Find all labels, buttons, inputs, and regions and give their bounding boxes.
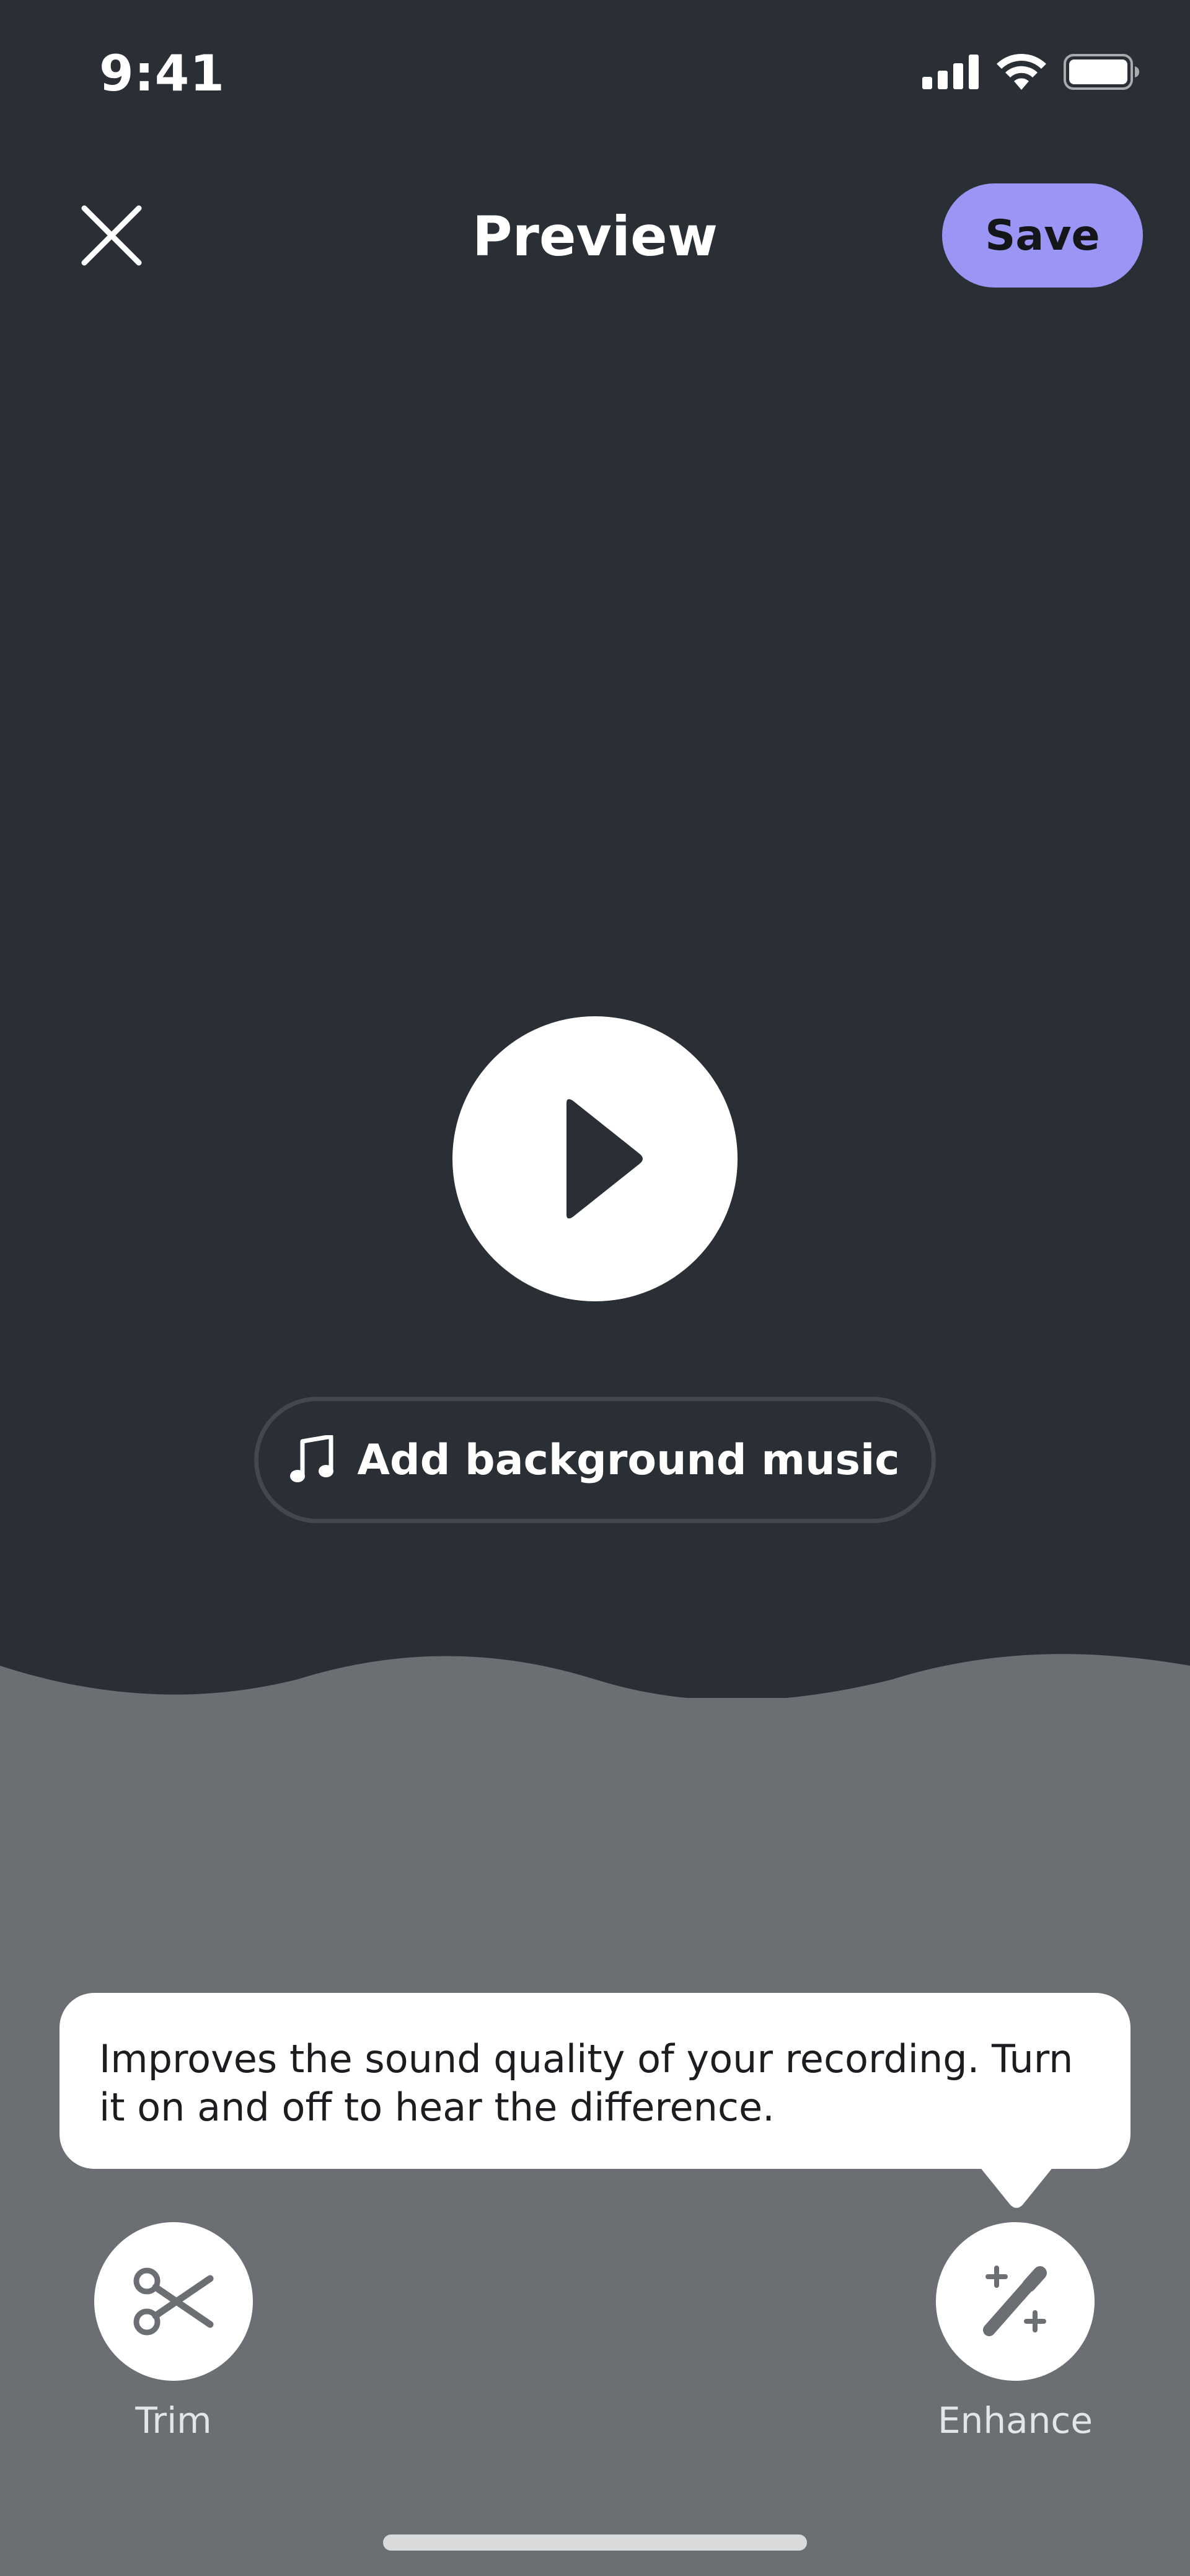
enhance-tool[interactable]: Enhance — [936, 2222, 1095, 2442]
play-icon — [566, 1099, 643, 1219]
trim-button[interactable] — [94, 2222, 253, 2381]
save-button[interactable]: Save — [942, 183, 1143, 288]
add-background-music-label: Add background music — [357, 1435, 900, 1485]
scissors-icon — [133, 2267, 214, 2336]
battery-icon — [1064, 54, 1139, 90]
signal-icon — [922, 55, 979, 89]
enhance-tooltip: Improves the sound quality of your recor… — [60, 1993, 1130, 2169]
enhance-label: Enhance — [937, 2399, 1093, 2442]
wifi-icon — [997, 54, 1046, 90]
home-indicator[interactable] — [383, 2534, 807, 2551]
music-note-icon — [290, 1435, 334, 1482]
add-background-music-button[interactable]: Add background music — [254, 1397, 936, 1523]
tooltip-arrow — [979, 2166, 1054, 2208]
magic-wand-icon — [983, 2266, 1047, 2336]
play-button[interactable] — [452, 1016, 738, 1301]
enhance-button[interactable] — [936, 2222, 1095, 2381]
trim-label: Trim — [135, 2399, 212, 2442]
status-time: 9:41 — [99, 45, 225, 102]
trim-tool[interactable]: Trim — [94, 2222, 253, 2442]
status-icons — [922, 53, 1140, 90]
